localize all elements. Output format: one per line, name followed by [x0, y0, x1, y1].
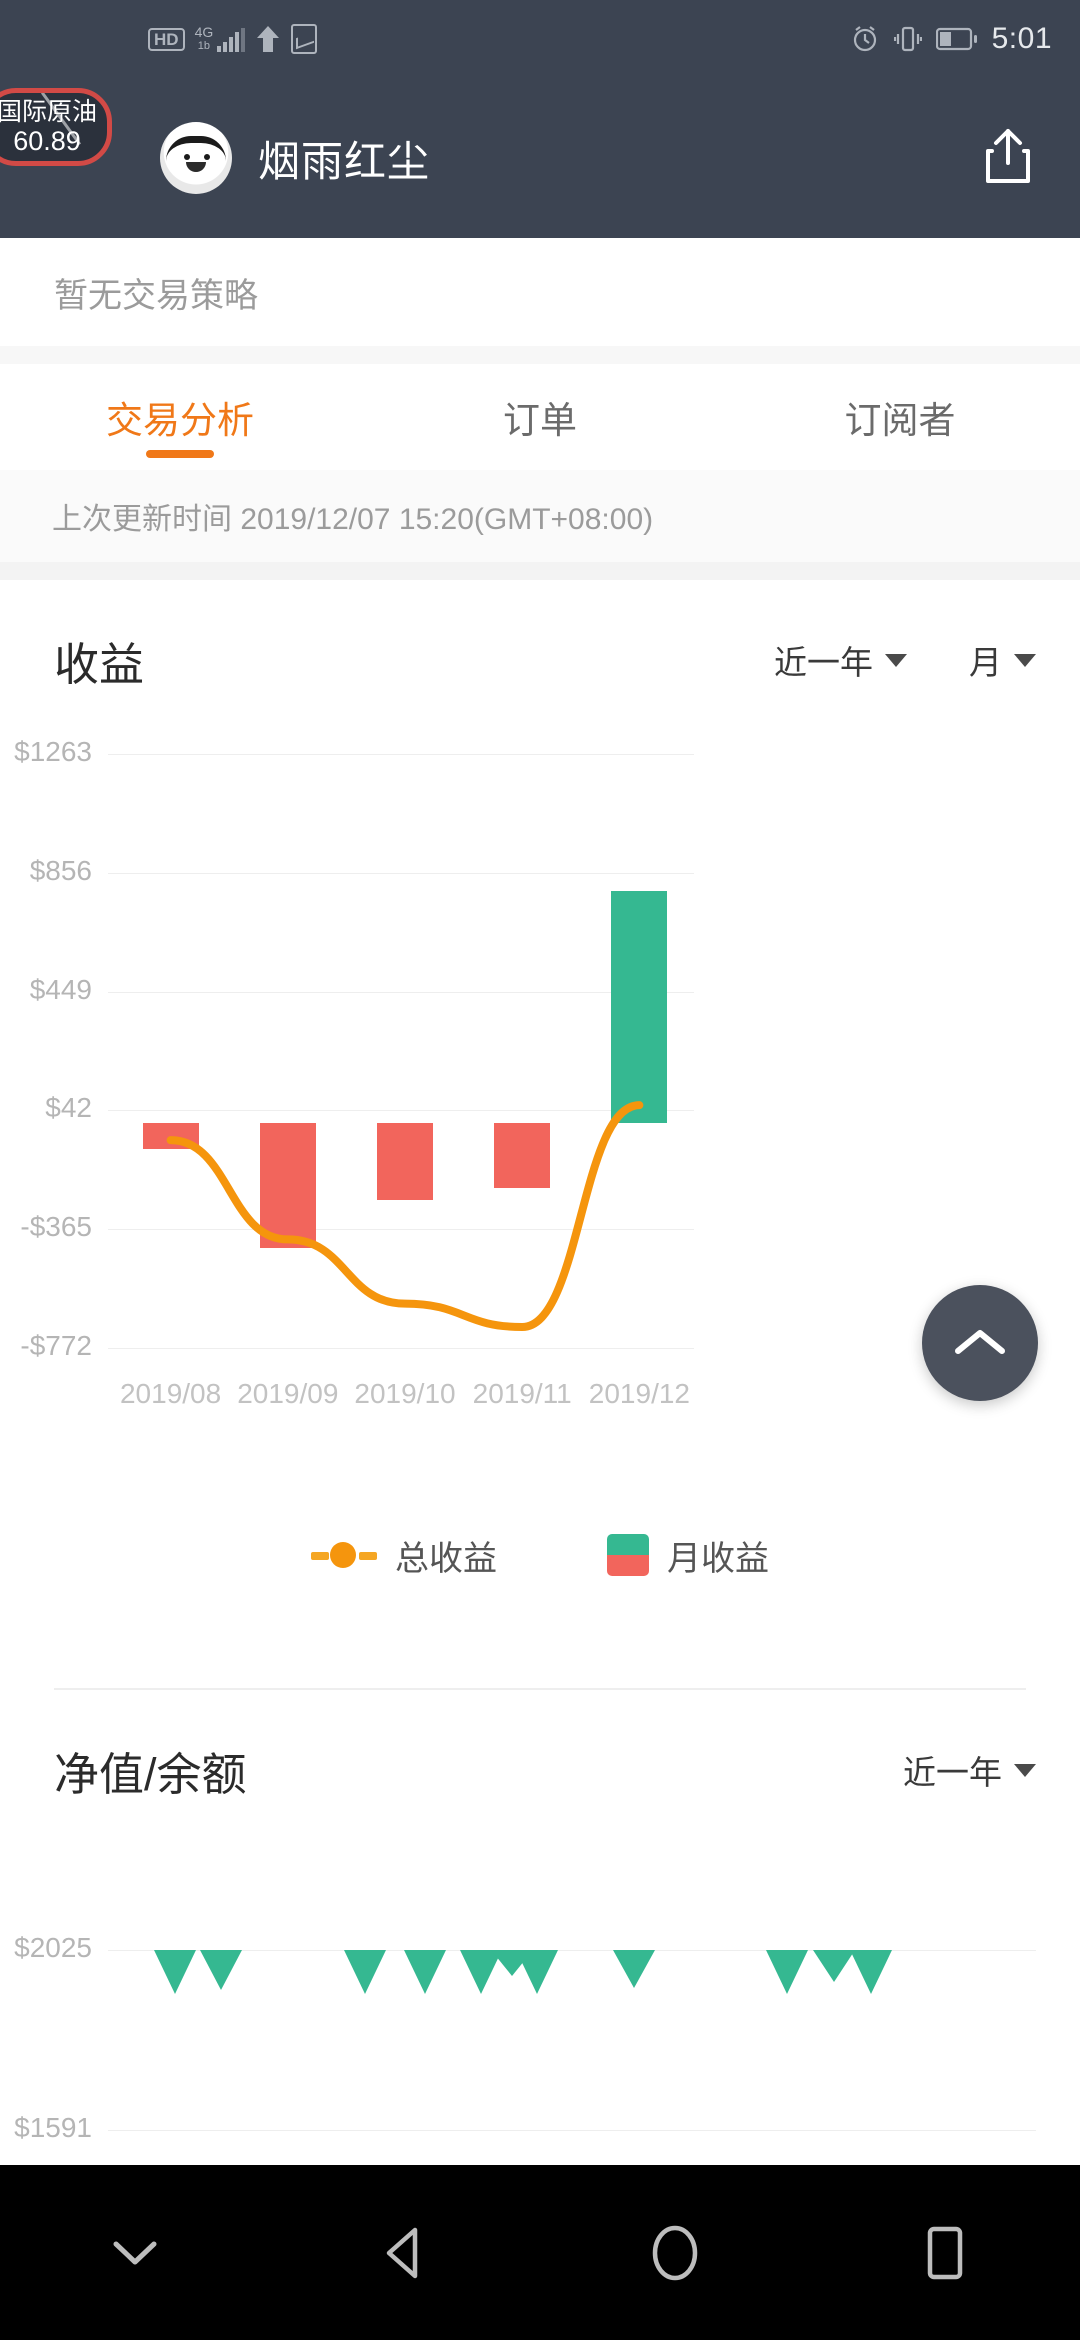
earnings-title: 收益 — [54, 638, 145, 690]
app-bar: 烟雨红尘 — [0, 78, 1080, 238]
tab-trade-analysis[interactable]: 交易分析 — [0, 364, 360, 470]
net-value-title: 净值/余额 — [54, 1748, 247, 1800]
earnings-legend: 总收益 月收益 — [0, 1510, 1080, 1600]
x-axis-tick-label: 2019/08 — [119, 1378, 222, 1409]
tab-bar: 交易分析 订单 订阅者 — [0, 364, 1080, 470]
net-value-card-header: 净值/余额 近一年 — [0, 1690, 1080, 1850]
tab-label: 交易分析 — [106, 400, 254, 441]
recents-button[interactable] — [875, 2165, 1015, 2340]
system-nav-bar — [0, 2165, 1080, 2340]
x-axis-tick-label: 2019/10 — [354, 1378, 456, 1409]
share-button[interactable] — [982, 127, 1034, 190]
x-axis-tick-label: 2019/12 — [588, 1378, 690, 1409]
earnings-chart: $1263 $856 $449 $42 -$365 -$772 2019/08 2019/09… — [0, 730, 1080, 1510]
chevron-up-icon — [955, 1330, 1005, 1354]
triangle-left-icon — [386, 2227, 418, 2278]
back-button[interactable] — [335, 2165, 475, 2340]
tab-label: 订单 — [503, 400, 577, 441]
battery-icon — [935, 27, 977, 51]
legend-item-total: 总收益 — [311, 1531, 497, 1580]
strategy-notice-text: 暂无交易策略 — [54, 276, 258, 315]
tab-label: 订阅者 — [844, 400, 956, 441]
section-divider-1 — [0, 346, 1080, 364]
earnings-range-value: 近一年 — [774, 644, 873, 681]
line-marker-icon — [311, 1542, 377, 1568]
page-title: 烟雨红尘 — [258, 137, 431, 185]
status-bar-clock: 5:01 — [991, 22, 1052, 55]
last-updated-bar: 上次更新时间 2019/12/07 15:20(GMT+08:00) — [0, 470, 1080, 562]
net-value-range-value: 近一年 — [903, 1754, 1002, 1791]
share-icon — [986, 128, 1030, 183]
chevron-down-icon — [1014, 653, 1036, 667]
earnings-card: 收益 近一年 月 $1263 $856 $449 $42 -$365 -$772 2019/… — [0, 580, 1080, 1690]
scroll-to-top-button[interactable] — [922, 1285, 1038, 1401]
floating-quote-widget[interactable]: 国际原油 60.89 — [0, 88, 112, 166]
circle-icon — [652, 2225, 698, 2280]
stock-app-icon — [291, 24, 318, 54]
earnings-period-value: 月 — [969, 644, 1002, 681]
earnings-card-header: 收益 近一年 月 — [0, 580, 1080, 740]
bar-marker-icon — [607, 1534, 649, 1576]
x-axis-tick-label: 2019/09 — [237, 1378, 339, 1409]
legend-label: 月收益 — [667, 1539, 769, 1578]
chevron-down-icon — [885, 653, 907, 667]
section-divider-2 — [0, 562, 1080, 580]
signal-bars-icon — [217, 28, 246, 52]
status-bar-left-icons: HD 4G 1b — [148, 24, 318, 54]
legend-label: 总收益 — [395, 1539, 497, 1578]
tab-active-indicator — [146, 450, 214, 458]
chevron-down-icon — [1014, 1763, 1036, 1777]
hide-nav-button[interactable] — [65, 2165, 205, 2340]
earnings-range-dropdown[interactable]: 近一年 — [774, 636, 907, 684]
net-value-range-dropdown[interactable]: 近一年 — [903, 1746, 1036, 1794]
hd-icon: HD — [148, 27, 185, 51]
strategy-notice: 暂无交易策略 — [0, 238, 1080, 346]
x-axis-tick-label: 2019/11 — [472, 1378, 572, 1409]
network-type-label: 4G 1b — [194, 24, 214, 52]
net-value-filters: 近一年 — [903, 1746, 1036, 1794]
total-earnings-line — [166, 1101, 644, 1331]
chevron-down-icon — [113, 2241, 157, 2264]
legend-item-monthly: 月收益 — [607, 1531, 769, 1580]
status-bar-right-icons: 5:01 — [850, 22, 1052, 56]
screen-root: HD 4G 1b 5:01 烟雨红尘 国际原油 60.89 暂无交易策略 交易分… — [0, 0, 1080, 2340]
signal-icon: 4G 1b — [194, 24, 246, 52]
alarm-icon — [853, 26, 876, 52]
vibrate-icon — [893, 26, 922, 52]
square-icon — [927, 2226, 963, 2279]
upload-arrow-icon — [257, 26, 280, 52]
home-button[interactable] — [605, 2165, 745, 2340]
tab-orders[interactable]: 订单 — [360, 364, 720, 470]
tab-subscribers[interactable]: 订阅者 — [720, 364, 1080, 470]
last-updated-text: 上次更新时间 2019/12/07 15:20(GMT+08:00) — [52, 503, 654, 536]
earnings-period-dropdown[interactable]: 月 — [969, 636, 1036, 684]
earnings-filters: 近一年 月 — [774, 636, 1036, 684]
status-bar: HD 4G 1b 5:01 — [0, 0, 1080, 78]
avatar[interactable] — [160, 122, 232, 194]
